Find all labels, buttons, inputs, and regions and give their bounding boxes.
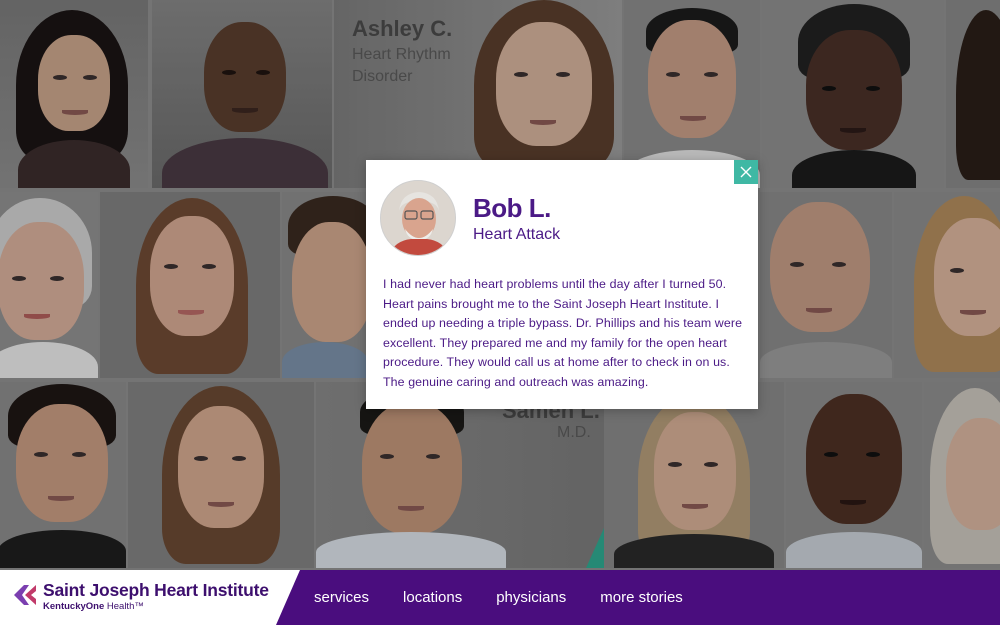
nav-services[interactable]: services [314,589,369,606]
brand-subtitle: KentuckyOne Health™ [43,601,144,612]
story-modal: Bob L. Heart Attack I had never had hear… [366,160,758,409]
brand-subtitle-bold: KentuckyOne [43,601,105,612]
modal-quote: I had never had heart problems until the… [383,277,743,389]
nav-more-stories[interactable]: more stories [600,589,683,606]
nav-physicians[interactable]: physicians [496,589,566,606]
nav-locations[interactable]: locations [403,589,462,606]
brand-subtitle-rest: Health™ [104,601,144,612]
brand-title: Saint Joseph Heart Institute [43,580,269,600]
modal-condition: Heart Attack [473,226,561,243]
main-nav: services locations physicians more stori… [314,570,683,625]
modal-patient-name: Bob L. [473,193,551,223]
logo-icon [14,585,36,605]
footer-bar: Saint Joseph Heart Institute KentuckyOne… [0,570,1000,625]
close-icon [740,166,752,178]
close-button[interactable] [734,160,758,184]
brand-block[interactable]: Saint Joseph Heart Institute KentuckyOne… [0,570,300,625]
avatar [380,180,456,256]
